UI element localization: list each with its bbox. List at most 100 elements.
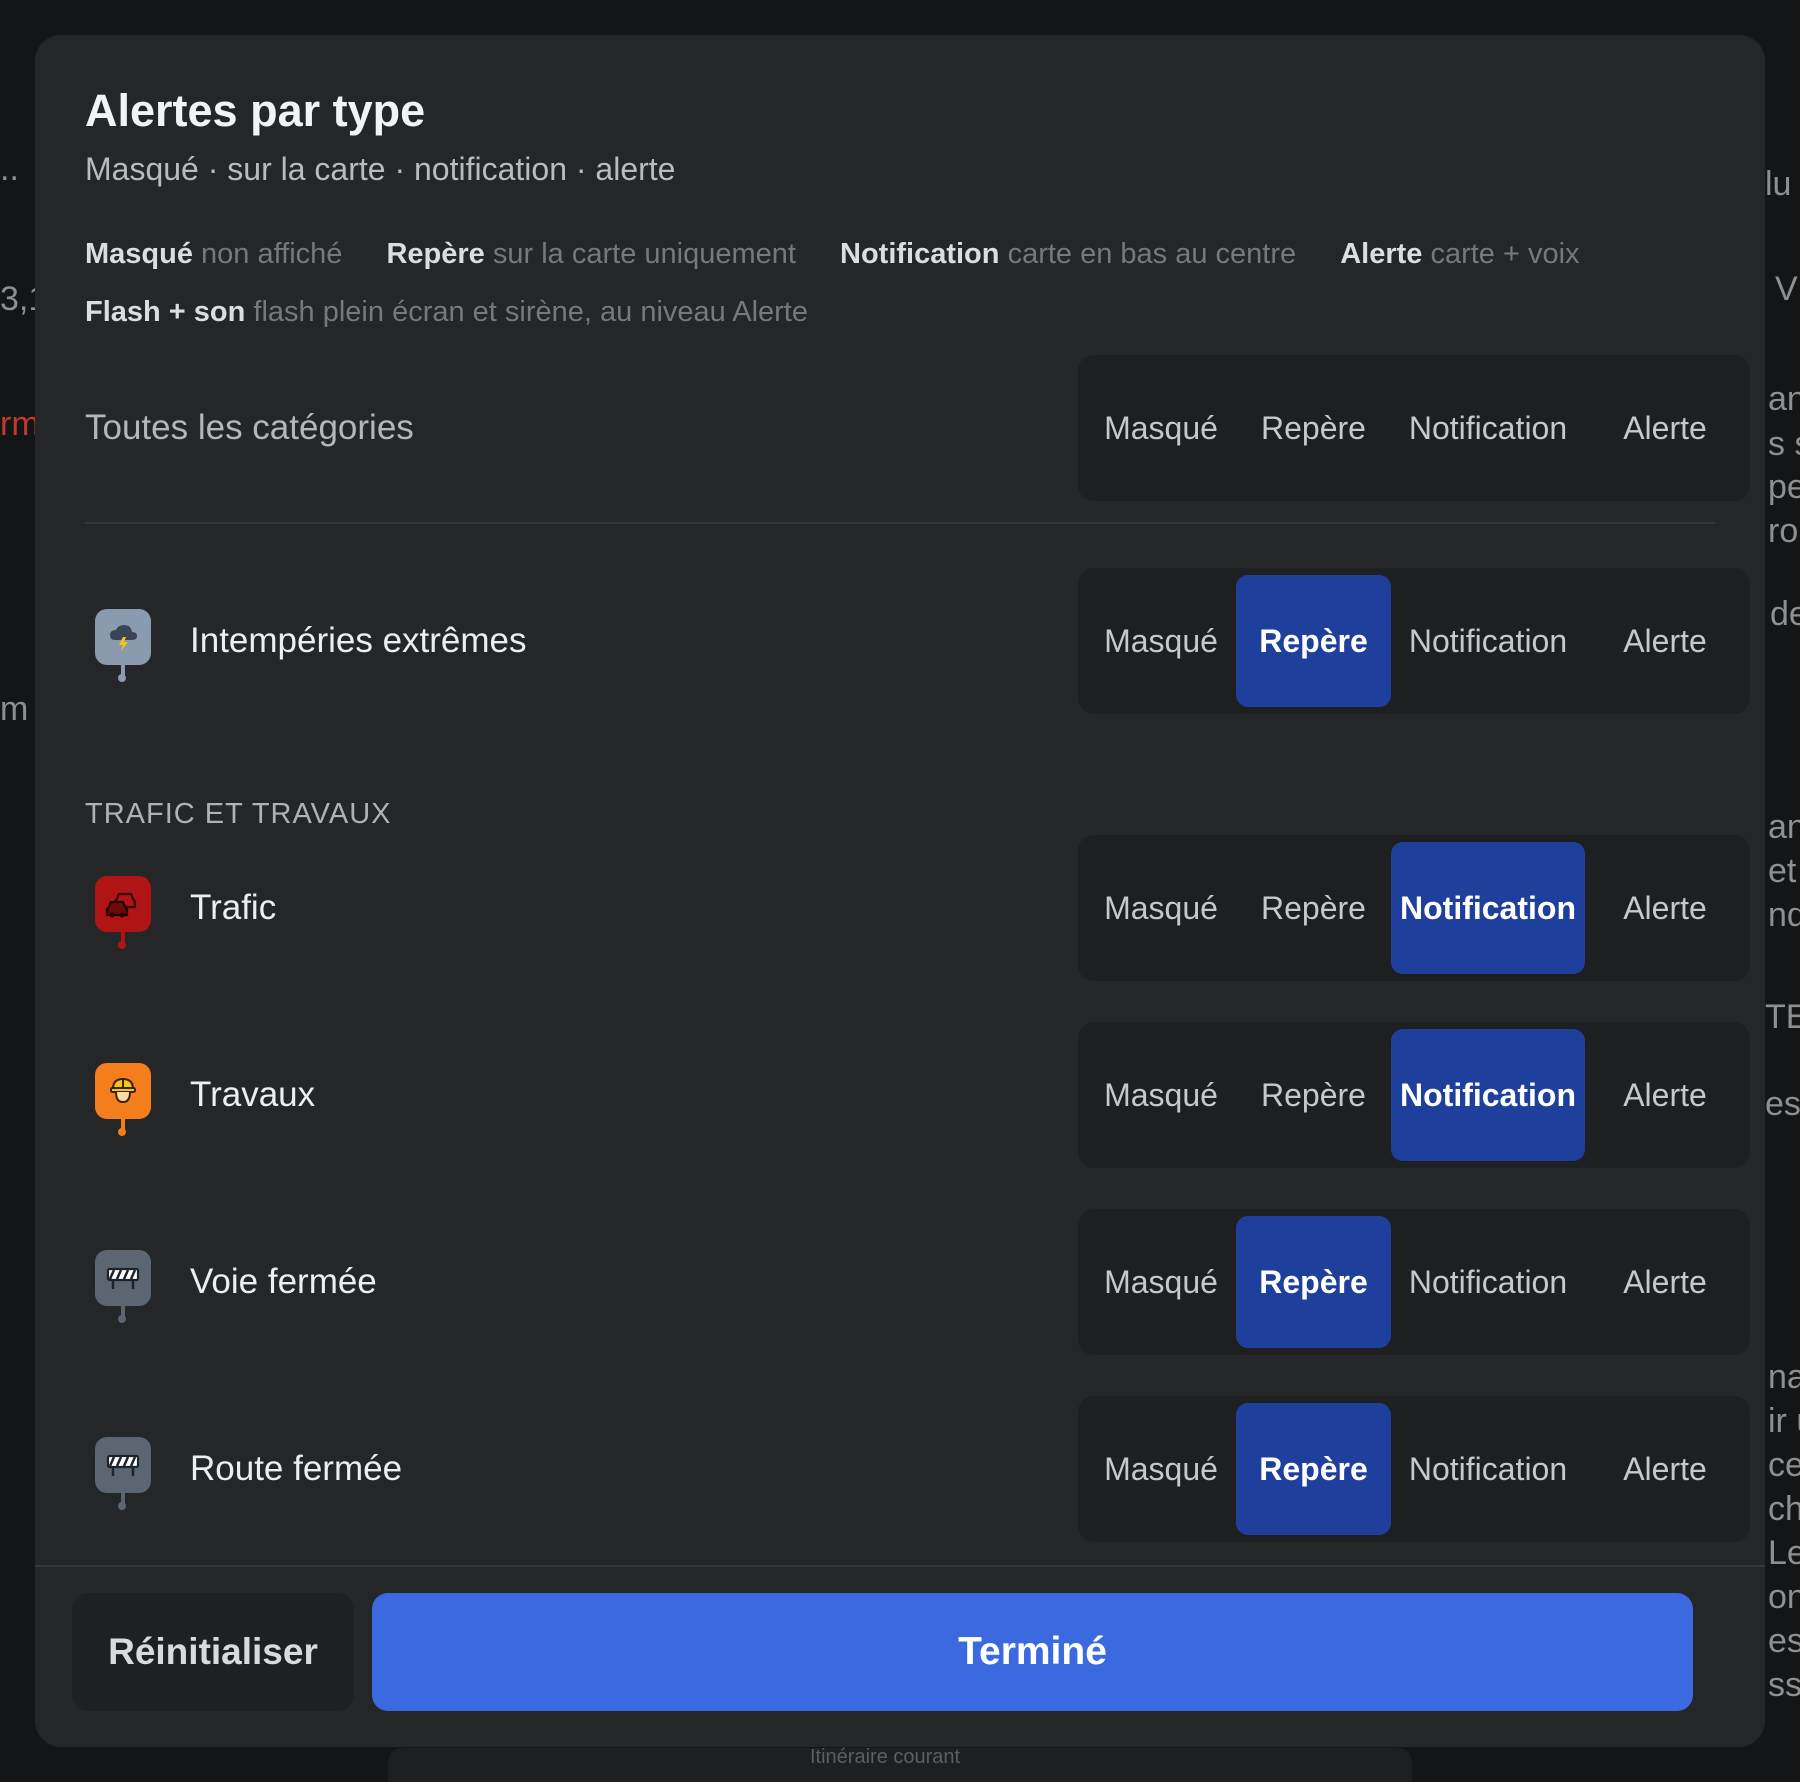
background-text: ir u xyxy=(1768,1402,1800,1440)
legend-desc: flash plein écran et sirène, au niveau A… xyxy=(253,296,808,328)
alerts-by-type-dialog: Alertes par type Masqué · sur la carte ·… xyxy=(35,35,1765,1747)
option-alert[interactable]: Alerte xyxy=(1585,1029,1745,1161)
background-text: de xyxy=(1770,595,1800,633)
background-text: sse xyxy=(1768,1666,1800,1704)
lane-closed-level-selector: Masqué Repère Notification Alerte xyxy=(1078,1209,1750,1355)
legend-term: Flash + son xyxy=(85,296,246,328)
background-text: Le xyxy=(1768,1534,1800,1572)
background-text: es xyxy=(1765,1085,1800,1123)
category-row-weather: Intempéries extrêmes Masqué Repère Notif… xyxy=(85,568,1750,714)
legend-item-flash-sound: Flash + son flash plein écran et sirène,… xyxy=(85,283,808,341)
legend-item-hidden: Masqué non affiché xyxy=(85,225,342,283)
background-text: es l xyxy=(1768,1622,1800,1660)
option-marker[interactable]: Repère xyxy=(1236,362,1391,494)
background-text: nd xyxy=(1768,896,1800,934)
legend-desc: carte en bas au centre xyxy=(1007,238,1297,270)
option-marker[interactable]: Repère xyxy=(1236,1216,1391,1348)
pin-dot xyxy=(118,941,126,949)
background-text: ce xyxy=(1768,1446,1800,1484)
option-notification[interactable]: Notification xyxy=(1391,1403,1585,1535)
all-categories-label: Toutes les catégories xyxy=(85,408,414,447)
worker-helmet-icon xyxy=(95,1063,151,1119)
option-marker[interactable]: Repère xyxy=(1236,1029,1391,1161)
legend-item-alert: Alerte carte + voix xyxy=(1340,225,1579,283)
legend-item-notification: Notification carte en bas au centre xyxy=(840,225,1296,283)
background-text: TES xyxy=(1765,998,1800,1036)
alert-level-legend: Masqué non affiché Repère sur la carte u… xyxy=(85,225,1645,341)
pin-dot xyxy=(118,1128,126,1136)
legend-desc: sur la carte uniquement xyxy=(492,238,796,270)
option-marker[interactable]: Repère xyxy=(1236,842,1391,974)
option-hidden[interactable]: Masqué xyxy=(1086,1216,1236,1348)
background-text: V xyxy=(1775,270,1798,308)
pin-dot xyxy=(118,1502,126,1510)
storm-icon xyxy=(95,609,151,665)
option-notification[interactable]: Notification xyxy=(1391,362,1585,494)
option-alert[interactable]: Alerte xyxy=(1585,362,1745,494)
road-closed-level-selector: Masqué Repère Notification Alerte xyxy=(1078,1396,1750,1542)
category-label: Intempéries extrêmes xyxy=(190,621,527,660)
background-text: ron xyxy=(1768,512,1800,550)
background-text: an xyxy=(1768,380,1800,418)
dialog-title: Alertes par type xyxy=(85,85,426,136)
legend-term: Masqué xyxy=(85,238,193,270)
option-hidden[interactable]: Masqué xyxy=(1086,575,1236,707)
option-notification[interactable]: Notification xyxy=(1391,575,1585,707)
background-text: .. xyxy=(0,150,19,188)
background-text: ons xyxy=(1768,1578,1800,1616)
background-text: nac xyxy=(1768,1358,1800,1396)
legend-desc: non affiché xyxy=(201,238,343,270)
background-text: che xyxy=(1768,1490,1800,1528)
barrier-icon xyxy=(95,1250,151,1306)
background-text: pe xyxy=(1768,468,1800,506)
option-notification[interactable]: Notification xyxy=(1391,842,1585,974)
option-alert[interactable]: Alerte xyxy=(1585,575,1745,707)
option-notification[interactable]: Notification xyxy=(1391,1216,1585,1348)
pin-dot xyxy=(118,1315,126,1323)
done-button[interactable]: Terminé xyxy=(372,1593,1693,1711)
footer-divider xyxy=(35,1565,1765,1567)
category-label: Voie fermée xyxy=(190,1262,377,1301)
background-text: et xyxy=(1768,852,1797,890)
legend-term: Repère xyxy=(386,238,485,270)
background-text: lu xyxy=(1765,165,1792,203)
option-alert[interactable]: Alerte xyxy=(1585,1403,1745,1535)
option-hidden[interactable]: Masqué xyxy=(1086,362,1236,494)
legend-desc: carte + voix xyxy=(1430,238,1580,270)
category-label: Travaux xyxy=(190,1075,316,1114)
legend-term: Alerte xyxy=(1340,238,1423,270)
legend-item-marker: Repère sur la carte uniquement xyxy=(386,225,795,283)
background-text: rm xyxy=(0,405,40,443)
background-text: an xyxy=(1768,808,1800,846)
category-row-road-closed: Route fermée Masqué Repère Notification … xyxy=(85,1396,1750,1542)
barrier-icon xyxy=(95,1437,151,1493)
option-marker[interactable]: Repère xyxy=(1236,1403,1391,1535)
divider xyxy=(85,522,1715,524)
dialog-subtitle: Masqué · sur la carte · notification · a… xyxy=(85,151,676,187)
background-text: s s xyxy=(1768,425,1800,463)
roadworks-level-selector: Masqué Repère Notification Alerte xyxy=(1078,1022,1750,1168)
section-heading: TRAFIC ET TRAVAUX xyxy=(85,798,392,830)
option-hidden[interactable]: Masqué xyxy=(1086,842,1236,974)
legend-term: Notification xyxy=(840,238,1000,270)
background-text: Itinéraire courant xyxy=(810,1746,961,1768)
category-label: Route fermée xyxy=(190,1449,403,1488)
option-marker[interactable]: Repère xyxy=(1236,575,1391,707)
traffic-level-selector: Masqué Repère Notification Alerte xyxy=(1078,835,1750,981)
background-text: m xyxy=(0,690,29,728)
option-hidden[interactable]: Masqué xyxy=(1086,1403,1236,1535)
category-label: Trafic xyxy=(190,888,277,927)
option-hidden[interactable]: Masqué xyxy=(1086,1029,1236,1161)
option-notification[interactable]: Notification xyxy=(1391,1029,1585,1161)
all-categories-row: Toutes les catégories Masqué Repère Noti… xyxy=(85,355,1750,501)
option-alert[interactable]: Alerte xyxy=(1585,842,1745,974)
reset-button[interactable]: Réinitialiser xyxy=(72,1593,354,1711)
all-categories-level-selector: Masqué Repère Notification Alerte xyxy=(1078,355,1750,501)
pin-dot xyxy=(118,674,126,682)
category-row-roadworks: Travaux Masqué Repère Notification Alert… xyxy=(85,1022,1750,1168)
option-alert[interactable]: Alerte xyxy=(1585,1216,1745,1348)
category-row-lane-closed: Voie fermée Masqué Repère Notification A… xyxy=(85,1209,1750,1355)
traffic-car-icon xyxy=(95,876,151,932)
category-row-traffic: Trafic Masqué Repère Notification Alerte xyxy=(85,835,1750,981)
weather-level-selector: Masqué Repère Notification Alerte xyxy=(1078,568,1750,714)
